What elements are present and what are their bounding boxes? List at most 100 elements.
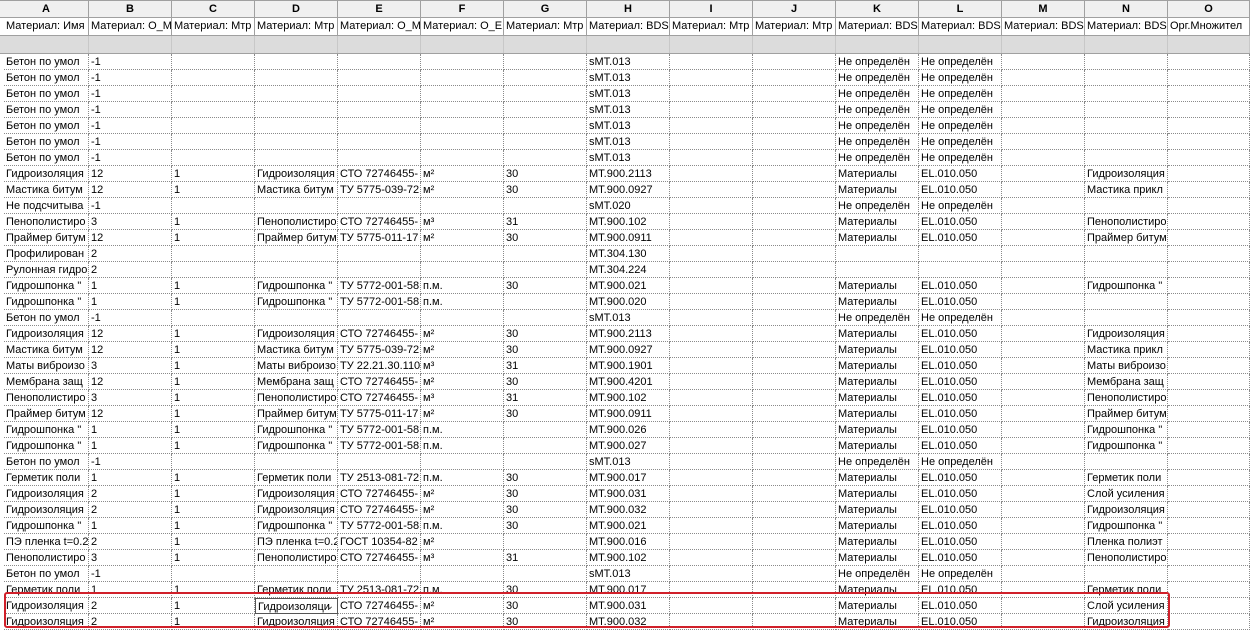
table-cell[interactable] <box>504 102 587 118</box>
table-cell[interactable] <box>1168 86 1250 102</box>
table-cell[interactable] <box>421 86 504 102</box>
table-cell[interactable] <box>753 518 836 534</box>
table-cell[interactable]: п.м. <box>421 278 504 294</box>
table-cell[interactable]: 30 <box>504 166 587 182</box>
table-cell[interactable] <box>753 486 836 502</box>
table-cell[interactable]: 30 <box>504 582 587 598</box>
table-cell[interactable]: 2 <box>89 486 172 502</box>
table-cell[interactable]: Не определён <box>836 198 919 214</box>
table-cell[interactable] <box>338 102 421 118</box>
table-cell[interactable] <box>670 294 753 310</box>
table-cell[interactable]: MT.900.0927 <box>587 182 670 198</box>
table-cell[interactable]: ТУ 2513-081-72 <box>338 582 421 598</box>
table-cell[interactable]: MT.900.026 <box>587 422 670 438</box>
column-header-e[interactable]: Материал: О_М <box>338 18 421 35</box>
table-cell[interactable]: 30 <box>504 342 587 358</box>
table-cell[interactable]: Не определён <box>919 102 1002 118</box>
table-cell[interactable]: ГОСТ 10354-82 <box>338 534 421 550</box>
table-cell[interactable]: MT.900.031 <box>587 598 670 614</box>
table-cell[interactable] <box>504 422 587 438</box>
table-cell[interactable]: Материалы <box>836 598 919 614</box>
table-cell[interactable] <box>670 566 753 582</box>
table-cell[interactable]: -1 <box>89 102 172 118</box>
table-cell[interactable]: EL.010.050 <box>919 326 1002 342</box>
table-cell[interactable] <box>172 86 255 102</box>
table-cell[interactable]: 31 <box>504 214 587 230</box>
table-cell[interactable] <box>753 118 836 134</box>
table-cell[interactable] <box>1085 198 1168 214</box>
table-cell[interactable]: MT.900.017 <box>587 582 670 598</box>
table-cell[interactable]: MT.900.021 <box>587 518 670 534</box>
table-cell[interactable]: Мастика битум <box>255 182 338 198</box>
table-cell[interactable] <box>504 566 587 582</box>
table-cell[interactable] <box>670 438 753 454</box>
column-header-n[interactable]: Материал: BDS <box>1085 18 1168 35</box>
table-cell[interactable] <box>172 118 255 134</box>
table-cell[interactable] <box>338 118 421 134</box>
table-cell[interactable] <box>255 86 338 102</box>
table-cell[interactable] <box>753 550 836 566</box>
table-cell[interactable] <box>1002 550 1085 566</box>
table-cell[interactable]: ТУ 5772-001-58 <box>338 422 421 438</box>
table-cell[interactable]: Герметик поли <box>4 582 89 598</box>
table-cell[interactable]: -1 <box>89 198 172 214</box>
table-cell[interactable]: 1 <box>172 182 255 198</box>
table-cell[interactable] <box>753 374 836 390</box>
table-cell[interactable] <box>670 150 753 166</box>
table-cell[interactable]: sMT.013 <box>587 118 670 134</box>
table-cell[interactable] <box>1002 406 1085 422</box>
table-cell[interactable]: Маты виброизо <box>1085 358 1168 374</box>
table-cell[interactable]: Не определён <box>919 70 1002 86</box>
table-cell[interactable] <box>172 198 255 214</box>
table-cell[interactable]: EL.010.050 <box>919 358 1002 374</box>
table-cell[interactable] <box>504 534 587 550</box>
table-cell[interactable] <box>1168 422 1250 438</box>
column-header-d[interactable]: Материал: Мтр <box>255 18 338 35</box>
table-cell[interactable]: 12 <box>89 326 172 342</box>
column-letter-c[interactable]: C <box>172 1 255 17</box>
table-cell[interactable] <box>1002 486 1085 502</box>
table-cell[interactable]: -1 <box>89 70 172 86</box>
table-cell[interactable] <box>670 198 753 214</box>
table-cell[interactable]: Гидрошпонка " <box>1085 438 1168 454</box>
table-cell[interactable] <box>753 534 836 550</box>
table-cell[interactable] <box>504 54 587 70</box>
table-cell[interactable] <box>421 134 504 150</box>
table-cell[interactable] <box>1168 166 1250 182</box>
table-cell[interactable]: 1 <box>172 374 255 390</box>
table-cell[interactable] <box>1002 422 1085 438</box>
table-cell[interactable] <box>670 86 753 102</box>
table-cell[interactable] <box>504 86 587 102</box>
table-cell[interactable] <box>753 134 836 150</box>
table-cell[interactable]: м² <box>421 342 504 358</box>
table-cell[interactable] <box>670 390 753 406</box>
table-cell[interactable] <box>753 582 836 598</box>
table-cell[interactable] <box>670 134 753 150</box>
column-header-c[interactable]: Материал: Мтр <box>172 18 255 35</box>
table-cell[interactable] <box>1168 278 1250 294</box>
table-cell[interactable]: п.м. <box>421 294 504 310</box>
table-cell[interactable]: Мембрана защ <box>4 374 89 390</box>
table-cell[interactable] <box>753 150 836 166</box>
table-cell[interactable]: 30 <box>504 518 587 534</box>
table-cell[interactable]: ТУ 5772-001-58 <box>338 294 421 310</box>
table-cell[interactable]: Гидрошпонка " <box>255 518 338 534</box>
table-cell[interactable] <box>504 438 587 454</box>
table-cell[interactable] <box>670 54 753 70</box>
table-cell[interactable] <box>504 70 587 86</box>
table-cell[interactable] <box>1085 310 1168 326</box>
table-cell[interactable]: 1 <box>172 230 255 246</box>
table-cell[interactable] <box>753 342 836 358</box>
table-cell[interactable] <box>670 582 753 598</box>
table-cell[interactable]: 2 <box>89 598 172 614</box>
table-cell[interactable] <box>753 566 836 582</box>
table-cell[interactable]: Пенополистиро <box>1085 214 1168 230</box>
chevron-down-icon[interactable]: ⌄ <box>326 599 334 613</box>
table-cell[interactable]: ТУ 5775-039-72 <box>338 182 421 198</box>
table-cell[interactable] <box>1002 358 1085 374</box>
table-cell[interactable]: Праймер битум <box>1085 406 1168 422</box>
table-cell[interactable] <box>670 550 753 566</box>
table-cell[interactable]: 31 <box>504 358 587 374</box>
table-cell[interactable] <box>1085 118 1168 134</box>
table-cell[interactable]: Герметик поли <box>255 582 338 598</box>
